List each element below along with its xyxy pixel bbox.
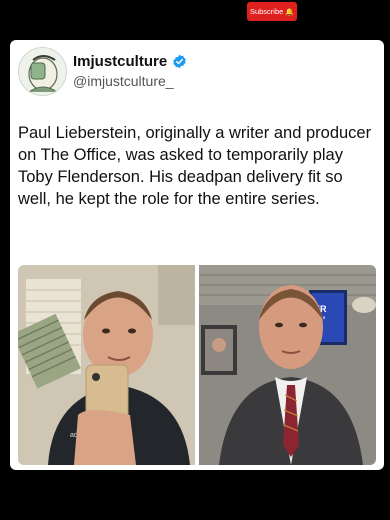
- post-card: Imjustculture @imjustculture_ Paul Liebe…: [10, 40, 384, 470]
- office-scene-photo[interactable]: ER IN': [199, 265, 376, 465]
- display-name[interactable]: Imjustculture: [73, 53, 167, 70]
- photo-grid: adidas: [18, 265, 376, 465]
- subscribe-button[interactable]: Subscribe 🔔: [247, 2, 297, 21]
- bell-icon: 🔔: [285, 8, 295, 16]
- handle[interactable]: @imjustculture_: [73, 73, 174, 89]
- mirror-selfie-photo[interactable]: adidas: [18, 265, 195, 465]
- verified-badge-icon: [173, 54, 186, 69]
- subscribe-label: Subscribe: [249, 7, 284, 16]
- post-text: Paul Lieberstein, originally a writer an…: [18, 124, 372, 208]
- avatar[interactable]: [18, 47, 67, 96]
